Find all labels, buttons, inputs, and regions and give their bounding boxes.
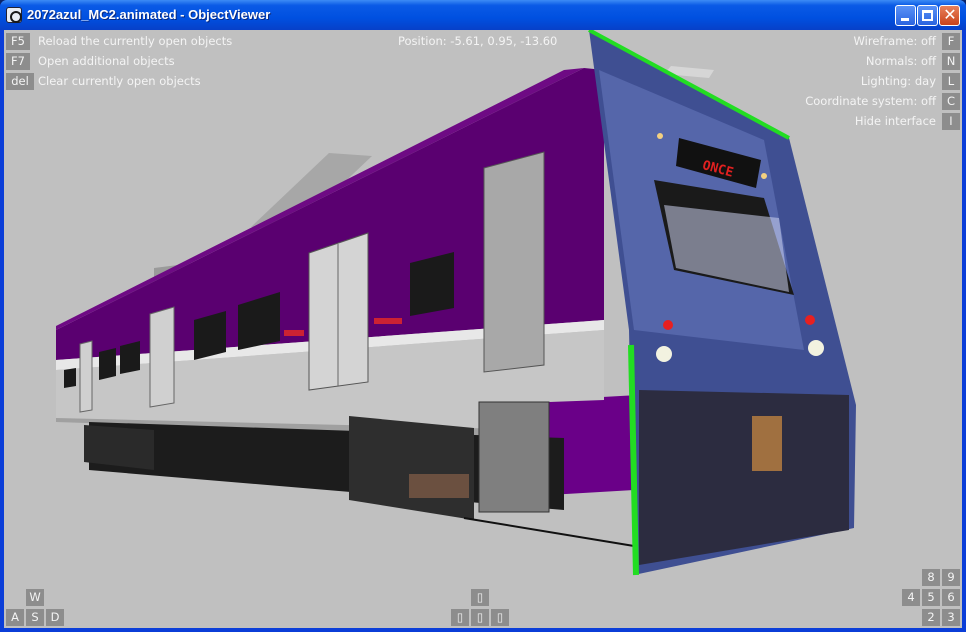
tail-light-left (663, 320, 673, 330)
front-plate (752, 416, 782, 471)
door-1 (79, 340, 93, 413)
key-s[interactable]: S (26, 609, 44, 626)
numpad-5-key[interactable]: 5 (922, 589, 940, 606)
key-d[interactable]: D (46, 609, 64, 626)
hud-right-panel: Wireframe: off F Normals: off N Lighting… (762, 33, 960, 133)
key-n[interactable]: N (942, 53, 960, 70)
hud-label-normals: Normals: off (865, 54, 936, 68)
coupler-box (409, 474, 469, 498)
key-c[interactable]: C (942, 93, 960, 110)
close-icon: ✕ (943, 5, 957, 24)
brake-rod (463, 517, 635, 547)
key-w[interactable]: W (26, 589, 44, 606)
hud-label-open: Open additional objects (38, 54, 175, 68)
close-button[interactable]: ✕ (939, 5, 960, 26)
door-2 (149, 306, 175, 408)
arrow-left-key[interactable]: ▯ (451, 609, 469, 626)
red-marker-1 (284, 330, 304, 336)
window-3 (120, 341, 140, 374)
numpad-9-key[interactable]: 9 (942, 569, 960, 586)
arrow-down-key[interactable]: ▯ (471, 609, 489, 626)
minimize-icon (901, 18, 909, 21)
maximize-button[interactable] (917, 5, 938, 26)
arrow-up-key[interactable]: ▯ (471, 589, 489, 606)
hud-label-wireframe: Wireframe: off (853, 34, 936, 48)
key-l[interactable]: L (942, 73, 960, 90)
red-marker-2 (374, 318, 402, 324)
key-i[interactable]: I (942, 113, 960, 130)
numpad-2-key[interactable]: 2 (922, 609, 940, 626)
key-f7[interactable]: F7 (6, 53, 30, 70)
window-title: 2072azul_MC2.animated - ObjectViewer (27, 7, 271, 22)
numpad-4-key[interactable]: 4 (902, 589, 920, 606)
marker-light-right (761, 173, 767, 179)
window-1 (64, 368, 76, 388)
numpad-8-key[interactable]: 8 (922, 569, 940, 586)
window-2 (99, 348, 116, 380)
key-del[interactable]: del (6, 73, 34, 90)
key-f[interactable]: F (942, 33, 960, 50)
minimize-button[interactable] (895, 5, 916, 26)
window-6 (410, 252, 454, 316)
hud-label-coordinates: Coordinate system: off (805, 94, 936, 108)
hud-label-hide-interface: Hide interface (854, 114, 936, 128)
hud-label-clear: Clear currently open objects (38, 74, 201, 88)
head-light-left (656, 346, 672, 362)
bogie-front (349, 416, 474, 520)
numpad-3-key[interactable]: 3 (942, 609, 960, 626)
head-light-right (808, 340, 824, 356)
arrow-right-key[interactable]: ▯ (491, 609, 509, 626)
key-f5[interactable]: F5 (6, 33, 30, 50)
maximize-icon (922, 10, 933, 21)
3d-viewport[interactable]: ONCE F5 Reload the currently open object… (4, 30, 962, 628)
position-readout: Position: -5.61, 0.95, -13.60 (398, 34, 558, 48)
equipment-box (478, 401, 550, 513)
app-icon[interactable] (6, 7, 22, 23)
key-a[interactable]: A (6, 609, 24, 626)
cab-lower-panel (639, 390, 849, 565)
door-cab (483, 151, 545, 373)
hud-label-reload: Reload the currently open objects (38, 34, 233, 48)
numpad-6-key[interactable]: 6 (942, 589, 960, 606)
object-viewer-window: 2072azul_MC2.animated - ObjectViewer ✕ O… (0, 0, 966, 632)
tail-light-right (805, 315, 815, 325)
hud-label-lighting: Lighting: day (860, 74, 936, 88)
marker-light-left (657, 133, 663, 139)
title-bar[interactable]: 2072azul_MC2.animated - ObjectViewer ✕ (0, 0, 966, 30)
